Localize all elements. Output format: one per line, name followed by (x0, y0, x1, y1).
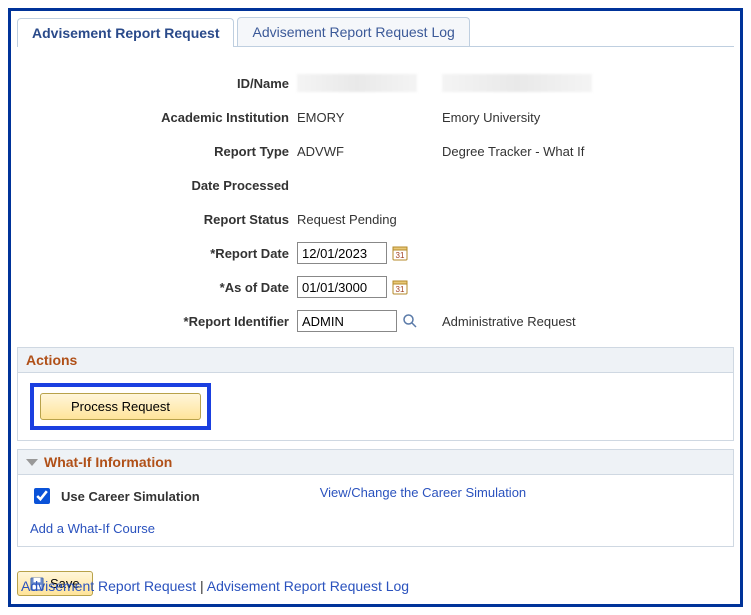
whatif-section-body: Use Career Simulation Add a What-If Cour… (17, 475, 734, 547)
use-career-simulation-label: Use Career Simulation (61, 489, 200, 504)
tab-advisement-log[interactable]: Advisement Report Request Log (237, 17, 469, 46)
label-date-processed: Date Processed (27, 178, 297, 193)
label-as-of-date: *As of Date (27, 280, 297, 295)
lookup-icon[interactable] (401, 312, 419, 330)
process-request-button[interactable]: Process Request (40, 393, 201, 420)
calendar-icon[interactable]: 31 (391, 244, 409, 262)
report-type-code: ADVWF (297, 144, 442, 159)
use-career-simulation-checkbox[interactable] (34, 488, 50, 504)
footer-link-advisement-request[interactable]: Advisement Report Request (21, 578, 196, 594)
footer-links: Advisement Report Request | Advisement R… (21, 578, 409, 594)
id-value-redacted (297, 74, 417, 92)
actions-title: Actions (26, 352, 77, 368)
report-identifier-input[interactable] (297, 310, 397, 332)
form-area: ID/Name Academic Institution EMORY Emory… (17, 47, 734, 347)
label-report-identifier: *Report Identifier (27, 314, 297, 329)
add-whatif-course-link[interactable]: Add a What-If Course (30, 521, 200, 536)
svg-text:31: 31 (396, 285, 405, 294)
as-of-date-input[interactable] (297, 276, 387, 298)
institution-name: Emory University (442, 110, 724, 125)
label-report-type: Report Type (27, 144, 297, 159)
use-career-simulation-row: Use Career Simulation (30, 485, 200, 507)
footer-separator: | (196, 578, 207, 594)
whatif-section-header[interactable]: What-If Information (17, 449, 734, 475)
report-date-input[interactable] (297, 242, 387, 264)
svg-text:31: 31 (396, 251, 405, 260)
report-type-name: Degree Tracker - What If (442, 144, 724, 159)
actions-section-body: Process Request (17, 373, 734, 441)
footer-link-advisement-log[interactable]: Advisement Report Request Log (207, 578, 409, 594)
report-identifier-desc: Administrative Request (442, 314, 724, 329)
label-report-date: *Report Date (27, 246, 297, 261)
report-status-value: Request Pending (297, 212, 397, 227)
label-id-name: ID/Name (27, 76, 297, 91)
tab-strip: Advisement Report Request Advisement Rep… (17, 17, 734, 47)
page-frame: Advisement Report Request Advisement Rep… (8, 8, 743, 607)
view-change-simulation-link[interactable]: View/Change the Career Simulation (320, 485, 526, 500)
collapse-arrow-icon (26, 459, 38, 466)
process-request-highlight: Process Request (30, 383, 211, 430)
name-value-redacted (442, 74, 592, 92)
calendar-icon[interactable]: 31 (391, 278, 409, 296)
institution-code: EMORY (297, 110, 442, 125)
actions-section-header: Actions (17, 347, 734, 373)
tab-advisement-request[interactable]: Advisement Report Request (17, 18, 234, 47)
label-report-status: Report Status (27, 212, 297, 227)
label-institution: Academic Institution (27, 110, 297, 125)
whatif-title: What-If Information (44, 454, 172, 470)
